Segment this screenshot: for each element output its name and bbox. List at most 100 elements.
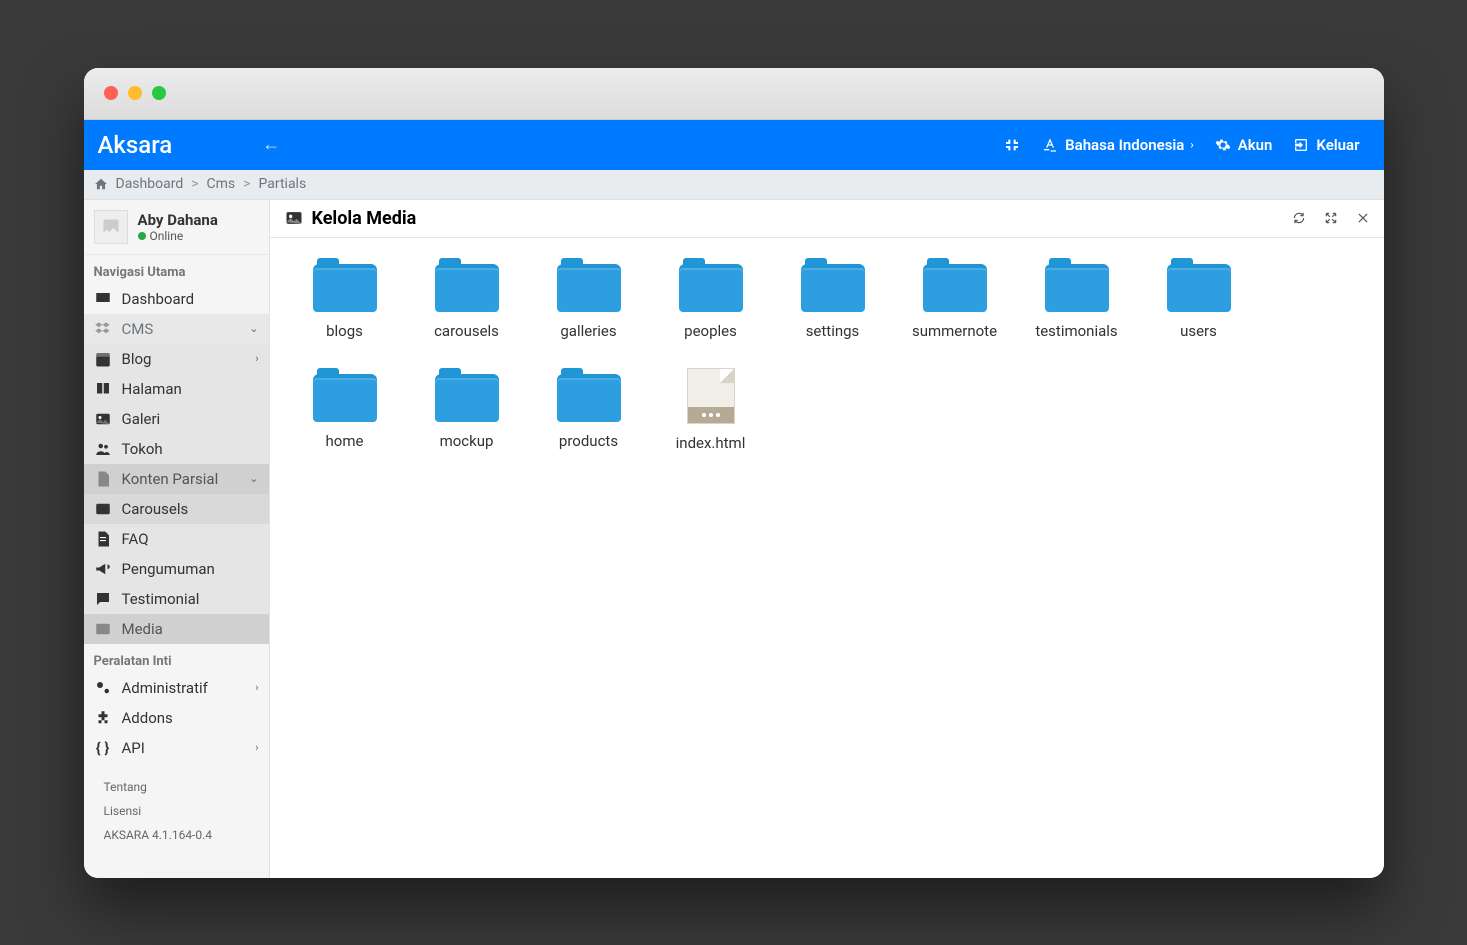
sidebar-item-testimonial[interactable]: Testimonial — [84, 584, 269, 614]
dropbox-icon — [94, 320, 112, 338]
sidebar-item-media[interactable]: Media — [84, 614, 269, 644]
folder-icon — [313, 368, 377, 422]
close-window-icon[interactable] — [104, 86, 118, 100]
folder-item[interactable]: galleries — [528, 258, 650, 340]
breadcrumb-item[interactable]: Cms — [207, 176, 236, 192]
back-arrow-icon[interactable]: ← — [262, 134, 280, 155]
about-link[interactable]: Tentang — [104, 775, 249, 799]
version-label: AKSARA 4.1.164-0.4 — [104, 823, 249, 847]
folder-icon — [435, 368, 499, 422]
folder-item[interactable]: peoples — [650, 258, 772, 340]
file-label: index.html — [676, 434, 746, 452]
folder-label: settings — [806, 322, 860, 340]
folder-item[interactable]: mockup — [406, 368, 528, 452]
breadcrumb-item[interactable]: Partials — [259, 176, 307, 192]
refresh-button[interactable] — [1292, 211, 1306, 225]
account-menu[interactable]: Akun — [1204, 136, 1283, 154]
sidebar-item-konten-parsial[interactable]: Konten Parsial ⌄ — [84, 464, 269, 494]
folder-icon — [1167, 258, 1231, 312]
language-selector[interactable]: Bahasa Indonesia › — [1031, 136, 1204, 154]
calendar-icon — [94, 350, 112, 368]
file-item[interactable]: index.html — [650, 368, 772, 452]
gear-icon — [1214, 136, 1232, 154]
user-name: Aby Dahana — [138, 211, 218, 229]
breadcrumb: Dashboard > Cms > Partials — [84, 170, 1384, 200]
folder-label: blogs — [326, 322, 363, 340]
user-status: Online — [138, 229, 218, 243]
folder-item[interactable]: settings — [772, 258, 894, 340]
folder-label: peoples — [684, 322, 737, 340]
image-icon — [94, 410, 112, 428]
sidebar-item-halaman[interactable]: Halaman — [84, 374, 269, 404]
content-area: Kelola Media blo — [270, 200, 1384, 878]
sidebar-item-carousels[interactable]: Carousels — [84, 494, 269, 524]
expand-button[interactable] — [1324, 211, 1338, 225]
picture-icon — [284, 208, 304, 228]
folder-item[interactable]: users — [1138, 258, 1260, 340]
document-icon — [94, 530, 112, 548]
sidebar-item-dashboard[interactable]: Dashboard — [84, 284, 269, 314]
folder-label: summernote — [912, 322, 997, 340]
chevron-right-icon: › — [255, 681, 258, 694]
folder-icon — [435, 258, 499, 312]
sidebar-item-pengumuman[interactable]: Pengumuman — [84, 554, 269, 584]
sidebar-item-blog[interactable]: Blog › — [84, 344, 269, 374]
folder-label: mockup — [440, 432, 494, 450]
folder-label: testimonials — [1035, 322, 1117, 340]
chevron-down-icon: ⌄ — [249, 472, 258, 485]
folder-icon — [801, 258, 865, 312]
fullscreen-toggle[interactable] — [993, 136, 1031, 154]
maximize-window-icon[interactable] — [152, 86, 166, 100]
chevron-right-icon: › — [255, 741, 258, 754]
folder-label: home — [326, 432, 364, 450]
sidebar-item-faq[interactable]: FAQ — [84, 524, 269, 554]
sidebar-item-galeri[interactable]: Galeri — [84, 404, 269, 434]
folder-icon — [923, 258, 987, 312]
app-window: Aksara ← Bahasa Indonesia › Akun Keluar — [84, 68, 1384, 878]
sidebar-item-administratif[interactable]: Administratif › — [84, 673, 269, 703]
chevron-down-icon: ⌄ — [249, 322, 258, 335]
brand[interactable]: Aksara — [98, 131, 263, 159]
code-icon: { } — [94, 739, 112, 757]
folder-icon — [679, 258, 743, 312]
folder-item[interactable]: testimonials — [1016, 258, 1138, 340]
breadcrumb-item[interactable]: Dashboard — [116, 176, 184, 192]
language-label: Bahasa Indonesia — [1065, 136, 1184, 154]
folder-item[interactable]: products — [528, 368, 650, 452]
breadcrumb-sep: > — [243, 176, 250, 192]
account-label: Akun — [1238, 136, 1273, 154]
sidebar-item-cms[interactable]: CMS ⌄ — [84, 314, 269, 344]
folder-item[interactable]: blogs — [284, 258, 406, 340]
license-link[interactable]: Lisensi — [104, 799, 249, 823]
media-grid: blogs carousels galleries peoples settin… — [270, 238, 1384, 500]
folder-item[interactable]: summernote — [894, 258, 1016, 340]
logout-icon — [1292, 136, 1310, 154]
minimize-window-icon[interactable] — [128, 86, 142, 100]
nav-header: Navigasi Utama — [84, 255, 269, 284]
content-header: Kelola Media — [270, 200, 1384, 238]
folder-item[interactable]: carousels — [406, 258, 528, 340]
topbar: Aksara ← Bahasa Indonesia › Akun Keluar — [84, 120, 1384, 170]
folder-label: products — [559, 432, 618, 450]
folder-icon — [1045, 258, 1109, 312]
breadcrumb-sep: > — [191, 176, 198, 192]
page-title: Kelola Media — [284, 208, 417, 229]
sidebar-item-addons[interactable]: Addons — [84, 703, 269, 733]
titlebar — [84, 68, 1384, 120]
file-icon — [94, 470, 112, 488]
folder-icon — [557, 368, 621, 422]
compress-icon — [1003, 136, 1021, 154]
sidebar-item-api[interactable]: { } API › — [84, 733, 269, 763]
users-icon — [94, 440, 112, 458]
folder-item[interactable]: home — [284, 368, 406, 452]
gallery-icon — [94, 500, 112, 518]
logout-button[interactable]: Keluar — [1282, 136, 1369, 154]
chevron-right-icon: › — [1190, 138, 1193, 151]
user-block[interactable]: Aby Dahana Online — [84, 200, 269, 255]
home-icon[interactable] — [94, 177, 108, 191]
avatar — [94, 210, 128, 244]
sidebar-item-tokoh[interactable]: Tokoh — [84, 434, 269, 464]
close-button[interactable] — [1356, 211, 1370, 225]
sidebar: Aby Dahana Online Navigasi Utama Dashboa… — [84, 200, 270, 878]
folder-label: galleries — [560, 322, 616, 340]
